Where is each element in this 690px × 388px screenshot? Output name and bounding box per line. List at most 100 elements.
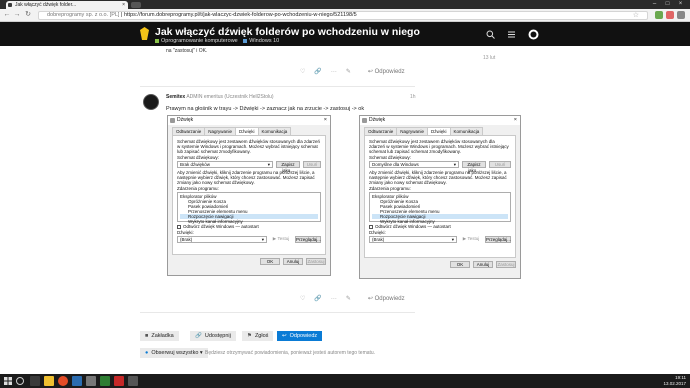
share-icon: 🔗: [195, 333, 202, 339]
events-list: Eksplorator plików Opróżnienie Kosza Pas…: [369, 192, 511, 224]
topic-title[interactable]: Jak włączyć dźwięk folderów po wchodzeni…: [155, 26, 420, 38]
windows-start-icon[interactable]: [3, 376, 13, 386]
new-tab-button[interactable]: [131, 2, 141, 8]
watch-note: Będziesz otrzymywać powiadomienia, ponie…: [205, 350, 376, 356]
system-clock[interactable]: 19:11 13.02.2017: [663, 375, 686, 387]
file-explorer-icon[interactable]: [44, 376, 54, 386]
close-icon: ×: [513, 117, 517, 123]
task-view-icon[interactable]: [30, 376, 40, 386]
sound-dialog-screenshot-left: Dźwięk × Odtwarzanie Nagrywanie Dźwięki K…: [167, 115, 331, 276]
topic-categories: Oprogramowanie komputerowe Windows 10: [155, 38, 279, 44]
bookmark-star-icon[interactable]: ☆: [633, 11, 639, 20]
browser-icon[interactable]: [58, 376, 68, 386]
link-icon[interactable]: 🔗: [314, 68, 321, 75]
maximize-button[interactable]: □: [661, 0, 674, 9]
user-avatar-icon[interactable]: [528, 29, 539, 40]
author-role: ADMIN emeritus (Uczestnik Hell2Stolu): [186, 94, 274, 100]
taskbar: 19:11 13.02.2017: [0, 374, 690, 388]
tab-playback: Odtwarzanie: [364, 127, 398, 135]
sounds-label: Dźwięki:: [177, 230, 194, 235]
avatar[interactable]: [143, 94, 159, 110]
reload-icon[interactable]: ↻: [24, 11, 32, 19]
watch-dropdown[interactable]: ● Obserwuj wszystko ▾: [140, 348, 208, 358]
tab-playback: Odtwarzanie: [172, 127, 206, 135]
app-icon[interactable]: [114, 376, 124, 386]
like-icon[interactable]: ♡: [300, 68, 305, 75]
cancel-button: Anuluj: [473, 261, 493, 268]
reply-button[interactable]: ↩ Odpowiedz: [277, 331, 323, 341]
browser-tab-bar: Jak włączyć dźwięk folder... × – □ ×: [0, 0, 690, 9]
scheme-select: Domyślne dla Windows ▾: [369, 161, 459, 168]
like-icon[interactable]: ♡: [300, 295, 305, 302]
hamburger-menu-icon[interactable]: [507, 30, 516, 39]
scheme-value: Brak dźwięków: [180, 162, 211, 167]
more-icon[interactable]: ···: [331, 296, 337, 302]
url-input[interactable]: dobreprogramy sp. z o.o. [PL] | https://…: [38, 11, 648, 20]
post-actions: ♡ 🔗 ··· ✎ ↩ Odpowiedz: [300, 295, 405, 303]
dialog-titlebar: Dźwięk ×: [168, 116, 330, 125]
app-icon[interactable]: [100, 376, 110, 386]
browser-tab[interactable]: Jak włączyć dźwięk folder... ×: [6, 1, 128, 9]
share-button[interactable]: 🔗 Udostępnij: [190, 331, 236, 341]
scheme-description: Schemat dźwiękowy jest zestawem dźwięków…: [369, 139, 509, 154]
security-label: dobreprogramy sp. z o.o. [PL]: [47, 12, 120, 18]
bookmark-button[interactable]: ■ Zakładka: [140, 331, 179, 341]
minimize-button[interactable]: –: [648, 0, 661, 9]
link-icon[interactable]: 🔗: [314, 295, 321, 302]
author-name[interactable]: Semitex: [166, 94, 185, 100]
apply-button: Zastosuj: [306, 258, 326, 265]
forward-arrow-icon[interactable]: →: [13, 11, 21, 19]
tab-close-icon[interactable]: ×: [122, 1, 125, 9]
scheme-description: Schemat dźwiękowy jest zestawem dźwięków…: [177, 139, 321, 154]
search-icon[interactable]: [16, 377, 24, 385]
change-description: Aby zmienić dźwięki, kliknij zdarzenie p…: [177, 170, 315, 185]
window-controls: – □ ×: [648, 0, 687, 9]
dialog-title: Dźwięk: [369, 117, 386, 123]
app-icon[interactable]: [72, 376, 82, 386]
dialog-tabs: Odtwarzanie Nagrywanie Dźwięki Komunikac…: [168, 125, 330, 135]
category-color-swatch: [243, 38, 248, 43]
category-link[interactable]: Windows 10: [249, 38, 279, 44]
extension-icon[interactable]: [666, 11, 674, 19]
delete-button: Usuń: [303, 161, 321, 168]
site-logo-icon[interactable]: [140, 27, 149, 40]
category-color-swatch: [155, 38, 159, 43]
checkbox: [177, 224, 181, 229]
extension-icon[interactable]: [655, 11, 663, 19]
scheme-value: Domyślne dla Windows: [372, 162, 419, 167]
post-date[interactable]: 1h: [410, 94, 416, 100]
save-as-button: Zapisz jako...: [462, 161, 486, 173]
flag-button[interactable]: ⚑ Zgłoś: [242, 331, 274, 341]
reply-link[interactable]: ↩ Odpowiedz: [368, 295, 405, 302]
menu-icon[interactable]: [677, 11, 685, 19]
close-icon: ×: [323, 117, 327, 123]
app-icon[interactable]: [128, 376, 138, 386]
test-button: ▶ Testuj: [272, 236, 290, 241]
tab-communication: Komunikacja: [257, 127, 292, 135]
edit-icon[interactable]: ✎: [346, 68, 351, 75]
scheme-select: Brak dźwięków ▾: [177, 161, 273, 168]
category-link[interactable]: Oprogramowanie komputerowe: [161, 38, 238, 44]
scheme-label: Schemat dźwiękowy:: [177, 155, 220, 160]
speaker-icon: [362, 118, 367, 123]
reply-link[interactable]: ↩ Odpowiedz: [368, 68, 405, 75]
back-arrow-icon[interactable]: ←: [3, 11, 11, 19]
dialog-footer: OK Anuluj Zastosuj: [360, 258, 520, 271]
more-icon[interactable]: ···: [331, 69, 337, 75]
edit-icon[interactable]: ✎: [346, 295, 351, 302]
url-text: https://forum.dobreprogramy.pl/t/jak-wla…: [123, 12, 357, 18]
app-icon[interactable]: [86, 376, 96, 386]
ok-button: OK: [450, 261, 470, 268]
tab-recording: Nagrywanie: [204, 127, 237, 135]
screen: Jak włączyć dźwięk folder... × – □ × ← →…: [0, 0, 690, 388]
site-favicon-icon: [8, 3, 12, 7]
post-author: Semitex ADMIN emeritus (Uczestnik Hell2S…: [166, 94, 274, 100]
timeline-date[interactable]: 13 lut: [483, 55, 495, 61]
save-as-button: Zapisz jako...: [276, 161, 300, 173]
chevron-down-icon: ▾: [451, 237, 454, 242]
chevron-down-icon: ▾: [267, 162, 270, 167]
dialog-footer: OK Anuluj Zastosuj: [168, 255, 330, 268]
close-window-button[interactable]: ×: [674, 0, 687, 9]
dialog-pane: Schemat dźwiękowy jest zestawem dźwięków…: [364, 135, 516, 258]
search-icon[interactable]: [486, 30, 495, 39]
